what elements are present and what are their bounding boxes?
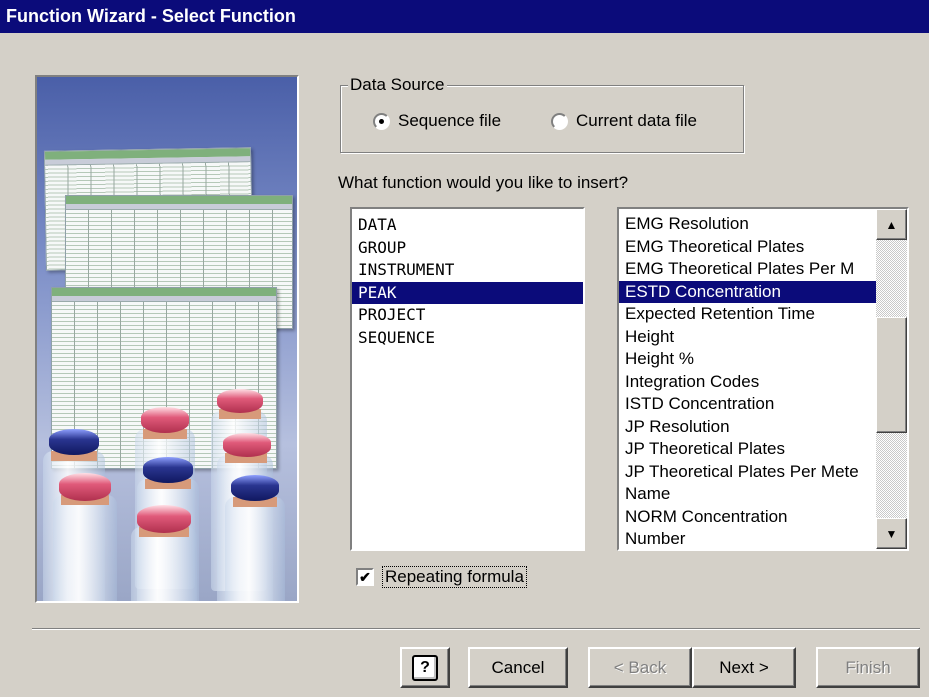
wizard-illustration [35, 75, 299, 603]
repeating-formula-checkbox-row[interactable]: ✔ Repeating formula [356, 566, 527, 588]
dialog-separator [32, 628, 920, 630]
category-list-item[interactable]: INSTRUMENT [352, 259, 583, 282]
function-question-label: What function would you like to insert? [338, 173, 629, 192]
function-list-item[interactable]: NORM Concentration [619, 506, 877, 529]
radio-indicator[interactable] [373, 112, 390, 130]
scroll-up-button[interactable]: ▲ [876, 209, 907, 240]
function-list-item[interactable]: Height [619, 326, 877, 349]
finish-button-label: Finish [845, 657, 891, 677]
category-list-item[interactable]: PROJECT [352, 304, 583, 327]
function-listbox[interactable]: EMG Resolution EMG Theoretical Plates EMG … [617, 207, 909, 551]
function-list-scrollbar[interactable]: ▲ ▼ [876, 209, 907, 549]
window-title: Function Wizard - Select Function [6, 6, 296, 26]
function-list-item[interactable]: ESTD Concentration [619, 280, 877, 303]
help-question-icon: ? [412, 654, 438, 681]
next-button[interactable]: Next > [692, 647, 796, 688]
category-list-item[interactable]: GROUP [352, 237, 583, 260]
category-list-item[interactable]: PEAK [352, 281, 583, 304]
window-title-bar: Function Wizard - Select Function [0, 0, 929, 33]
function-list-item[interactable]: JP Theoretical Plates Per Mete [619, 461, 877, 484]
function-list-item[interactable]: Name [619, 483, 877, 506]
radio-indicator[interactable] [551, 112, 568, 130]
function-list-item[interactable]: EMG Theoretical Plates Per M [619, 258, 877, 281]
data-source-group: Data Source Sequence file Current data f… [340, 75, 744, 153]
category-list-item[interactable]: DATA [352, 214, 583, 237]
cancel-button[interactable]: Cancel [468, 647, 568, 688]
finish-button[interactable]: Finish [816, 647, 920, 688]
dialog-client-area: Data Source Sequence file Current data f… [0, 33, 929, 697]
cancel-button-label: Cancel [491, 657, 545, 677]
back-button-label: < Back [613, 657, 667, 677]
function-list-item[interactable]: JP Resolution [619, 416, 877, 439]
radio-current-data-file[interactable]: Current data file [551, 111, 697, 131]
scroll-down-button[interactable]: ▼ [876, 518, 907, 549]
data-source-legend: Data Source [348, 75, 447, 95]
scroll-up-arrow-icon: ▲ [885, 217, 898, 232]
radio-sequence-file[interactable]: Sequence file [373, 111, 501, 131]
radio-current-data-file-label: Current data file [576, 111, 697, 130]
repeating-formula-label: Repeating formula [382, 566, 527, 588]
scroll-down-arrow-icon: ▼ [885, 526, 898, 541]
checkmark-icon: ✔ [359, 569, 371, 585]
category-listbox[interactable]: DATA GROUP INSTRUMENT PEAK PROJECT SEQUENCE [350, 207, 585, 551]
next-button-label: Next > [719, 657, 769, 677]
function-list-item[interactable]: Number [619, 528, 877, 549]
repeating-formula-checkbox[interactable]: ✔ [356, 568, 374, 586]
function-list-item[interactable]: ISTD Concentration [619, 393, 877, 416]
help-button[interactable]: ? [400, 647, 450, 688]
function-list-item[interactable]: EMG Theoretical Plates [619, 236, 877, 259]
function-list-item[interactable]: Integration Codes [619, 371, 877, 394]
scroll-thumb[interactable] [876, 317, 907, 433]
category-list-item[interactable]: SEQUENCE [352, 327, 583, 350]
back-button[interactable]: < Back [588, 647, 692, 688]
function-list-item[interactable]: EMG Resolution [619, 213, 877, 236]
function-list-item[interactable]: JP Theoretical Plates [619, 438, 877, 461]
radio-sequence-file-label: Sequence file [398, 111, 502, 130]
function-list-item[interactable]: Expected Retention Time [619, 303, 877, 326]
function-list-item[interactable]: Height % [619, 348, 877, 371]
